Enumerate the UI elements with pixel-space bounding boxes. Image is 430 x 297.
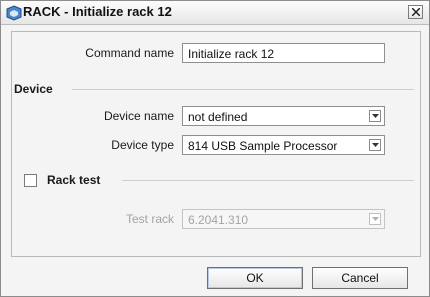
command-name-value: Initialize rack 12: [188, 47, 275, 61]
device-type-dropdown-button[interactable]: [369, 139, 381, 151]
chevron-down-icon: [372, 114, 379, 118]
device-section-title: Device: [14, 82, 53, 96]
test-rack-value: 6.2041.310: [188, 213, 249, 227]
cancel-button[interactable]: Cancel: [312, 267, 408, 289]
device-divider: [72, 89, 414, 90]
device-type-label: Device type: [111, 138, 174, 152]
rack-app-icon: [6, 5, 22, 21]
ok-button[interactable]: OK: [207, 267, 303, 289]
close-icon: [412, 8, 420, 16]
close-button[interactable]: [408, 5, 423, 19]
device-name-label: Device name: [103, 109, 174, 123]
chevron-down-icon: [372, 217, 379, 221]
rack-test-label: Rack test: [47, 173, 101, 187]
command-name-label: Command name: [85, 46, 174, 60]
dialog-window: RACK - Initialize rack 12 Command name I…: [0, 0, 430, 297]
window-title: RACK - Initialize rack 12: [23, 4, 172, 19]
dialog-content: Command name Initialize rack 12 Device D…: [11, 31, 421, 257]
device-name-dropdown-button[interactable]: [369, 110, 381, 122]
device-name-select[interactable]: not defined: [182, 106, 385, 126]
test-rack-select[interactable]: 6.2041.310: [182, 209, 385, 229]
test-rack-dropdown-button[interactable]: [369, 213, 381, 225]
command-name-input[interactable]: Initialize rack 12: [182, 43, 385, 63]
title-bar[interactable]: RACK - Initialize rack 12: [1, 1, 429, 25]
rack-test-checkbox[interactable]: [24, 174, 37, 187]
rack-test-divider: [122, 180, 414, 181]
device-name-value: not defined: [188, 110, 248, 124]
chevron-down-icon: [372, 143, 379, 147]
device-type-value: 814 USB Sample Processor: [188, 139, 338, 153]
test-rack-label: Test rack: [125, 212, 174, 226]
device-type-select[interactable]: 814 USB Sample Processor: [182, 135, 385, 155]
